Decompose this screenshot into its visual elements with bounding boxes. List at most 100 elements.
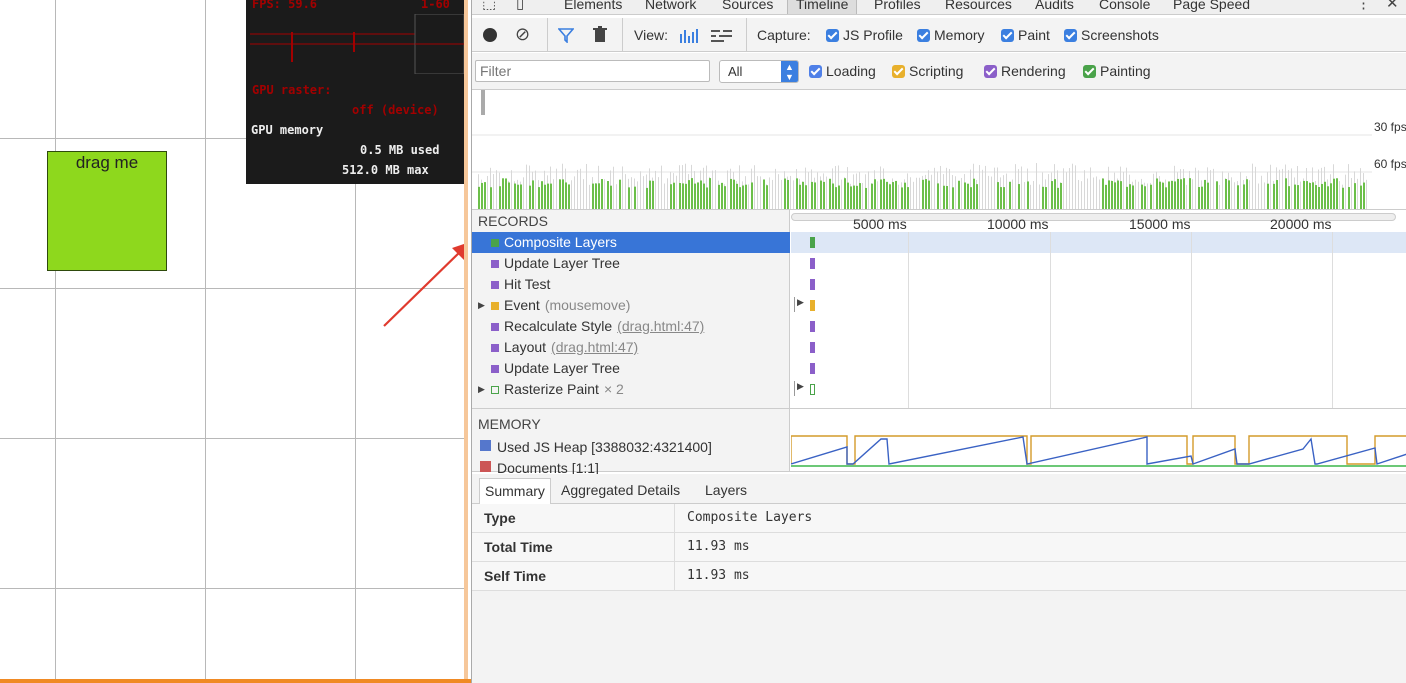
frame-bar [1030,184,1031,209]
checkbox-icon[interactable] [809,65,822,78]
frame-paint-bar [679,183,681,209]
capture-paint[interactable]: Paint [1001,27,1050,43]
tab-elements[interactable]: Elements [564,0,622,12]
frame-paint-bar [1297,185,1299,209]
more-icon[interactable]: ⋮ [1356,0,1371,12]
record-icon[interactable] [483,28,497,42]
frame-paint-bar [1129,184,1131,209]
record-source-link[interactable]: (drag.html:47) [551,339,638,355]
capture-js-profile[interactable]: JS Profile [826,27,903,43]
filter-scripting[interactable]: Scripting [892,63,963,79]
record-row[interactable]: Update Layer Tree [472,358,790,379]
expand-triangle-icon[interactable]: ▶ [478,295,485,316]
expand-triangle-icon[interactable]: ▶ [794,381,804,396]
frame-paint-bar [838,185,840,209]
frame-paint-bar [970,187,972,209]
frame-paint-bar [706,187,708,209]
overview-window-handle[interactable] [481,90,485,115]
device-mode-icon[interactable]: ▯ [516,0,524,12]
checkbox-icon[interactable] [826,29,839,42]
record-bar[interactable] [810,342,815,353]
checkbox-icon[interactable] [984,65,997,78]
record-bar[interactable] [810,384,815,395]
frames-overview[interactable]: 30 fps 60 fps [472,90,1406,210]
tab-sources[interactable]: Sources [722,0,773,12]
filter-loading[interactable]: Loading [809,63,876,79]
record-row[interactable]: Layout (drag.html:47) [472,337,790,358]
capture-screenshots[interactable]: Screenshots [1064,27,1159,43]
frame-paint-bar [1198,187,1200,209]
frame-paint-bar [958,180,960,209]
checkbox-icon[interactable] [1064,29,1077,42]
frame-paint-bar [1045,187,1047,209]
checkbox-icon[interactable] [1001,29,1014,42]
frame-paint-bar [1009,181,1011,209]
gpu-memory-used: 0.5 MB used [360,143,440,157]
tab-console[interactable]: Console [1099,0,1150,12]
frame-paint-bar [1156,178,1158,209]
record-bar[interactable] [810,300,815,311]
frame-paint-bar [1054,179,1056,209]
expand-triangle-icon[interactable]: ▶ [794,297,804,312]
trash-icon[interactable] [593,26,607,43]
frame-paint-bar [847,182,849,209]
memory-js-heap-label: Used JS Heap [3388032:4321400] [497,439,712,455]
filter-icon[interactable] [558,27,574,43]
demo-page: drag me FPS: 59.6 1-60 GPU raster: off (… [0,0,468,683]
record-bar[interactable] [810,321,815,332]
memory-js-heap[interactable]: Used JS Heap [3388032:4321400] [480,439,712,455]
tab-timeline[interactable]: Timeline [787,0,858,14]
record-row[interactable]: Hit Test [472,274,790,295]
expand-triangle-icon[interactable]: ▶ [478,379,485,400]
memory-pane: MEMORY Used JS Heap [3388032:4321400] Do… [472,408,1406,476]
checkbox-icon[interactable] [1083,65,1096,78]
tab-audits[interactable]: Audits [1035,0,1074,12]
frame-paint-bar [739,187,741,209]
capture-memory[interactable]: Memory [917,27,985,43]
record-bar[interactable] [810,363,815,374]
detail-value: Composite Layers [687,510,813,525]
panel-divider[interactable] [464,0,468,683]
tab-aggregated-details[interactable]: Aggregated Details [556,478,685,504]
record-row[interactable]: ▶ Event (mousemove) [472,295,790,316]
record-title: Update Layer Tree [504,360,620,376]
record-row[interactable]: ▶ Rasterize Paint × 2 [472,379,790,400]
filter-select[interactable]: All ▲ ▼ [719,60,799,83]
record-bar[interactable] [810,258,815,269]
flame-view-icon[interactable] [710,28,734,43]
tab-network[interactable]: Network [645,0,696,12]
drag-box[interactable]: drag me [47,151,167,271]
tab-resources[interactable]: Resources [945,0,1012,12]
frame-paint-bar [1105,184,1107,209]
frame-paint-bar [547,183,549,209]
frame-paint-bar [718,184,720,209]
checkbox-icon[interactable] [917,29,930,42]
frame-bar [622,166,623,209]
frame-bar [772,179,773,209]
tab-profiles[interactable]: Profiles [874,0,921,12]
record-row[interactable]: Update Layer Tree [472,253,790,274]
record-bar[interactable] [810,237,815,248]
record-bar[interactable] [810,279,815,290]
filter-input[interactable] [475,60,710,82]
frame-bar [1213,168,1214,209]
bar-view-icon[interactable] [679,28,701,43]
tab-summary[interactable]: Summary [479,478,551,504]
filter-rendering[interactable]: Rendering [984,63,1066,79]
frame-bar [616,184,617,209]
record-source-link[interactable]: (drag.html:47) [617,318,704,334]
inspect-icon[interactable]: ⬚ [482,0,496,12]
frame-bar [994,167,995,209]
filter-painting[interactable]: Painting [1083,63,1151,79]
tab-layers[interactable]: Layers [700,478,752,504]
record-row[interactable]: Composite Layers [472,232,790,253]
close-icon[interactable]: ✕ [1386,0,1399,12]
frame-paint-bar [1057,187,1059,209]
frame-bar [1024,182,1025,209]
timeline-pane[interactable]: 5000 ms 10000 ms 15000 ms 20000 ms ▶ ▶ [791,210,1406,408]
clear-icon[interactable]: ⊘ [515,24,530,45]
record-row[interactable]: Recalculate Style (drag.html:47) [472,316,790,337]
checkbox-icon[interactable] [892,65,905,78]
frame-bar [1258,183,1259,209]
tab-page-speed[interactable]: Page Speed [1173,0,1250,12]
